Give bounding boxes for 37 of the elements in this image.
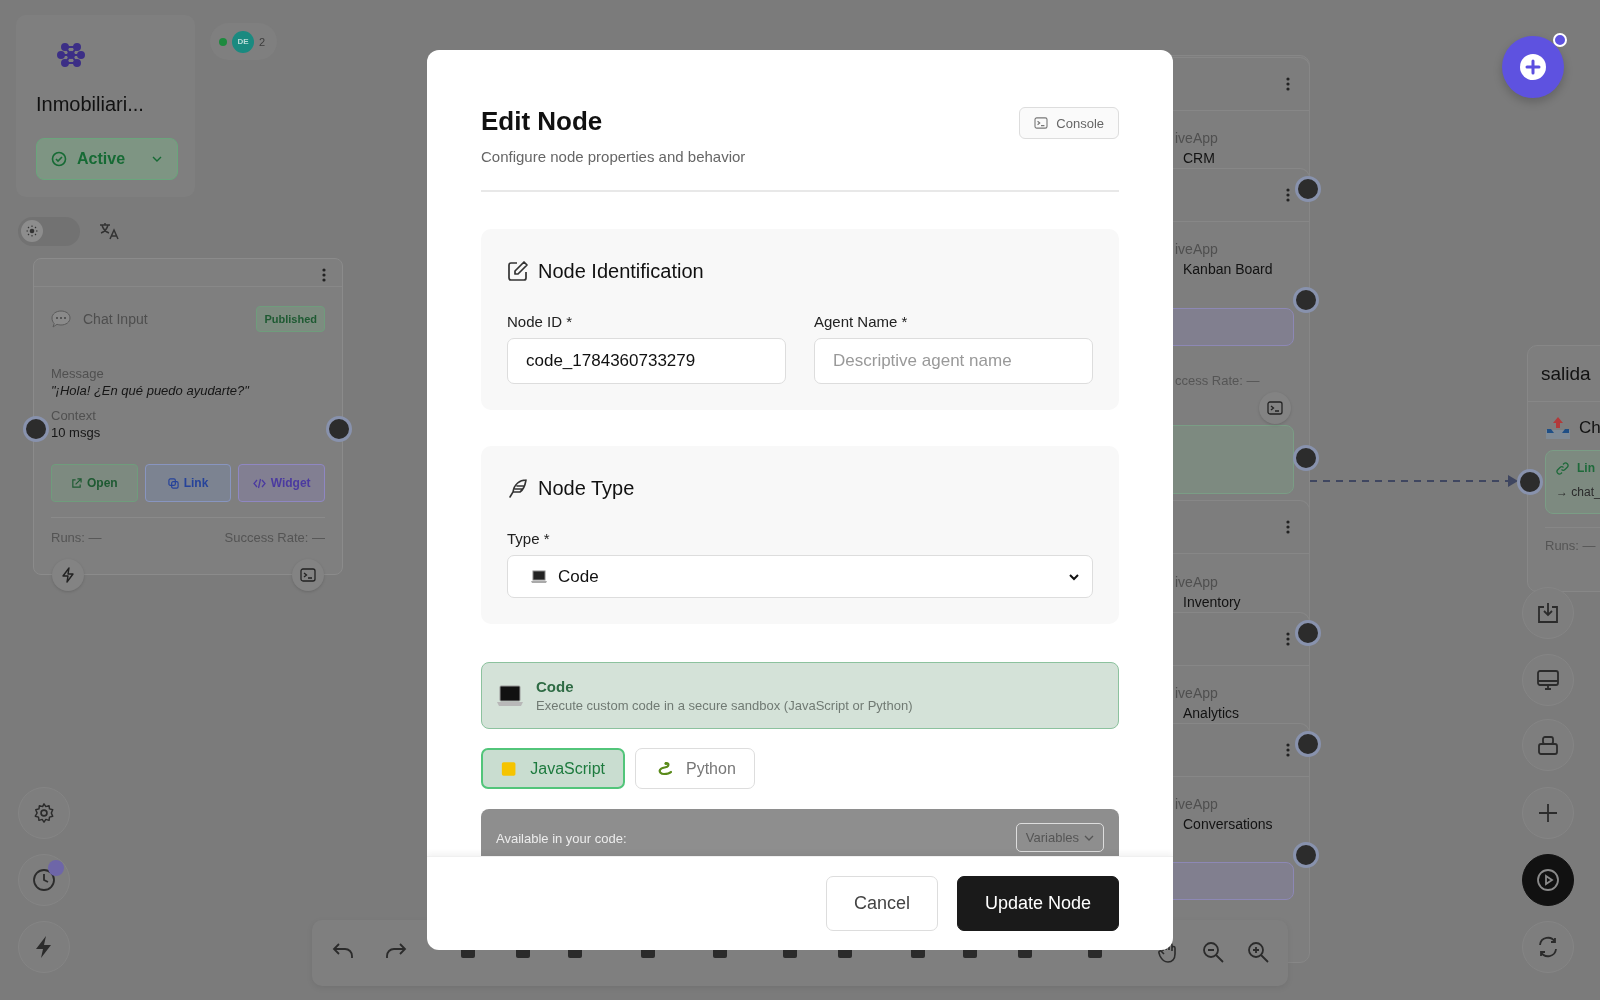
- info-description: Execute custom code in a secure sandbox (JavaScript or Python): [536, 698, 913, 713]
- dialog-subtitle: Configure node properties and behavior: [481, 148, 746, 165]
- field-value: 10 msgs: [51, 425, 102, 440]
- link-target: → chat_: [1556, 485, 1600, 499]
- language-tab[interactable]: Python: [635, 748, 755, 789]
- type-select[interactable]: Code: [507, 555, 1093, 598]
- open-button[interactable]: Open: [51, 464, 138, 502]
- variables-dropdown[interactable]: Variables: [1015, 823, 1104, 852]
- text-field[interactable]: code_1784360733279: [507, 338, 786, 384]
- user-avatar: DE: [232, 30, 254, 53]
- info-title: Code: [536, 678, 575, 695]
- node-name: Inventory: [1183, 594, 1241, 610]
- text-field[interactable]: Descriptive agent name: [814, 338, 1093, 384]
- workspace-title: Inmobiliari...: [36, 93, 144, 116]
- section-title: Node Type: [538, 476, 635, 500]
- code-hint: Available in your code:: [496, 831, 627, 846]
- section-title: Node Identification: [538, 259, 704, 283]
- user-count: 2: [259, 35, 266, 48]
- field-label: Node ID *: [507, 313, 574, 330]
- link-button[interactable]: Link: [144, 464, 232, 502]
- presence-pill[interactable]: DE 2: [210, 23, 277, 60]
- field-label: Type *: [507, 530, 551, 547]
- node-name: CRM: [1183, 150, 1215, 166]
- node-title: salida: [1528, 346, 1600, 402]
- field-value: "¡Hola! ¿En qué puedo ayudarte?": [51, 383, 251, 398]
- update-button[interactable]: Update Node: [956, 876, 1119, 931]
- node-name: Conversations: [1183, 816, 1273, 832]
- link-label: Lin: [1577, 461, 1595, 475]
- published-badge: Published: [256, 306, 325, 332]
- cancel-button[interactable]: Cancel: [825, 876, 938, 931]
- node-name: Analytics: [1183, 705, 1240, 721]
- node-name: Ch: [1579, 418, 1600, 438]
- language-tab[interactable]: JavaScript: [481, 748, 625, 789]
- console-button[interactable]: Console: [1019, 107, 1119, 139]
- dialog-title: Edit Node: [481, 106, 604, 137]
- node-name: Kanban Board: [1183, 261, 1273, 277]
- field-label: Agent Name *: [814, 313, 909, 330]
